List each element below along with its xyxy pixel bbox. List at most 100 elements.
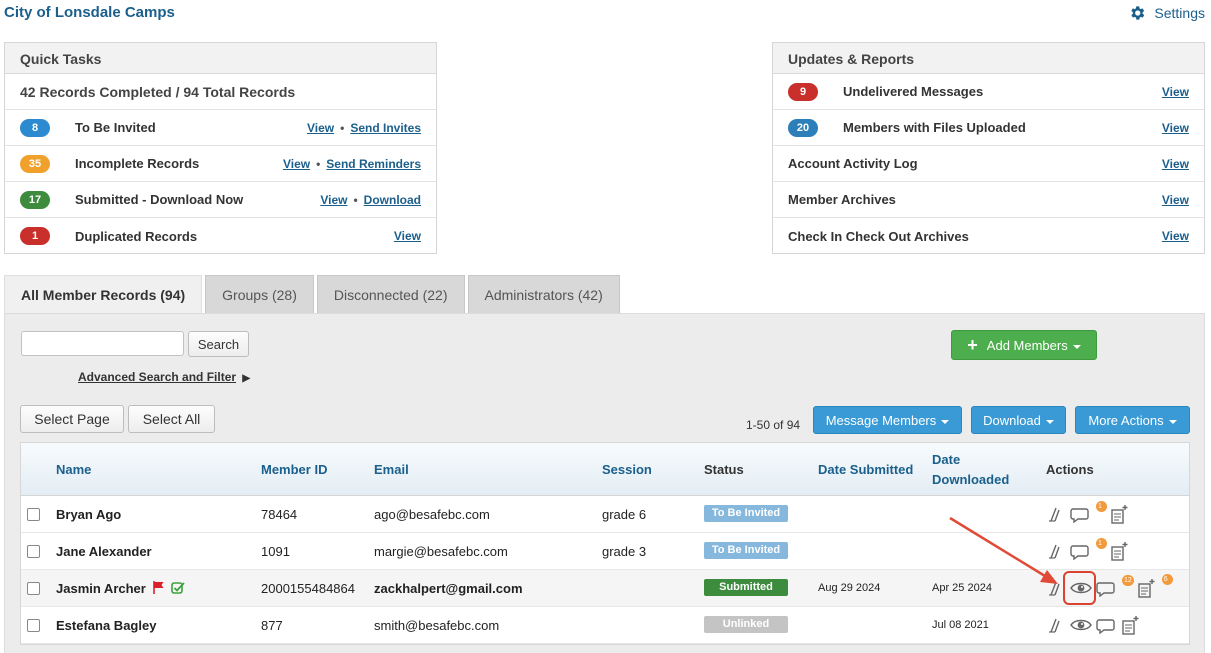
table-row[interactable]: Jane Alexander 1091 margie@besafebc.com … <box>21 533 1189 570</box>
add-document-icon[interactable] <box>1109 541 1129 561</box>
status-badge: Submitted <box>704 579 788 596</box>
view-link[interactable]: View <box>1162 229 1189 243</box>
message-icon[interactable]: 1 <box>1070 538 1107 560</box>
view-link[interactable]: View <box>307 121 334 135</box>
member-email: zackhalpert@gmail.com <box>374 581 523 596</box>
count-badge: 17 <box>20 190 50 209</box>
table-header: Name Member ID Email Session Status Date… <box>21 443 1189 496</box>
view-link[interactable]: View <box>1162 193 1189 207</box>
message-count-badge: 1 <box>1096 538 1107 549</box>
task-label: Submitted - Download Now <box>75 192 244 207</box>
count-badge: 35 <box>20 154 50 173</box>
column-date-downloaded-line2[interactable]: Downloaded <box>932 472 1009 487</box>
task-row: 8 To Be Invited View • Send Invites <box>5 110 436 146</box>
select-all-button[interactable]: Select All <box>128 405 215 433</box>
count-badge: 1 <box>20 227 50 245</box>
download-label: Download <box>983 412 1041 428</box>
report-row: Member Archives View <box>773 182 1204 218</box>
plus-icon: + <box>967 335 978 355</box>
highlight-box <box>1063 571 1096 605</box>
document-count-badge: 6 <box>1161 574 1173 585</box>
task-links: View • Send Reminders <box>283 157 421 171</box>
tab-administrators[interactable]: Administrators (42) <box>467 275 620 314</box>
member-id: 877 <box>261 618 283 633</box>
advanced-search-link[interactable]: Advanced Search and Filter ▶ <box>78 370 250 384</box>
view-link[interactable]: View <box>283 157 310 171</box>
tab-groups[interactable]: Groups (28) <box>205 275 314 314</box>
column-date-downloaded-line1[interactable]: Date <box>932 452 960 467</box>
view-link[interactable]: View <box>1162 121 1189 135</box>
download-button[interactable]: Download <box>971 406 1066 434</box>
member-id: 1091 <box>261 544 290 559</box>
task-row: 17 Submitted - Download Now View • Downloa… <box>5 182 436 218</box>
caret-down-icon <box>1045 420 1054 424</box>
row-actions: 1 <box>1046 501 1133 524</box>
quick-tasks-title: Quick Tasks <box>5 43 436 74</box>
report-row: 9 Undelivered Messages View <box>773 74 1204 110</box>
table-row[interactable]: Jasmin Archer 2000155484864 zackhalpert@… <box>21 570 1189 607</box>
row-checkbox[interactable] <box>27 619 40 632</box>
paperclip-icon[interactable] <box>1046 542 1066 560</box>
separator-dot: • <box>353 192 358 207</box>
advanced-search-label[interactable]: Advanced Search and Filter <box>78 370 236 384</box>
view-link[interactable]: View <box>394 229 421 243</box>
download-link[interactable]: Download <box>364 193 421 207</box>
more-actions-button[interactable]: More Actions <box>1075 406 1190 434</box>
search-input[interactable] <box>21 331 184 356</box>
view-link[interactable]: View <box>1162 85 1189 99</box>
member-name[interactable]: Estefana Bagley <box>56 618 156 633</box>
member-email: margie@besafebc.com <box>374 544 508 559</box>
member-name-text[interactable]: Jasmin Archer <box>56 581 146 596</box>
updates-reports-title: Updates & Reports <box>773 43 1204 74</box>
paperclip-icon[interactable] <box>1046 616 1066 634</box>
send-invites-link[interactable]: Send Invites <box>350 121 421 135</box>
column-email[interactable]: Email <box>374 462 409 477</box>
column-date-submitted[interactable]: Date Submitted <box>818 462 913 477</box>
column-session[interactable]: Session <box>602 462 652 477</box>
row-checkbox[interactable] <box>27 508 40 521</box>
tab-all-member-records[interactable]: All Member Records (94) <box>4 275 203 314</box>
member-name[interactable]: Jasmin Archer <box>56 581 185 596</box>
column-name[interactable]: Name <box>56 462 91 477</box>
add-document-icon[interactable]: 6 <box>1136 574 1173 598</box>
records-summary: 42 Records Completed / 94 Total Records <box>5 74 436 110</box>
status-badge: To Be Invited <box>704 542 788 559</box>
records-summary-text: 42 Records Completed / 94 Total Records <box>20 83 296 100</box>
add-members-button[interactable]: + Add Members <box>951 330 1097 360</box>
row-actions: 1 <box>1046 538 1133 561</box>
row-checkbox[interactable] <box>27 545 40 558</box>
table-row[interactable]: Estefana Bagley 877 smith@besafebc.com U… <box>21 607 1189 644</box>
column-member-id[interactable]: Member ID <box>261 462 327 477</box>
member-name[interactable]: Bryan Ago <box>56 507 121 522</box>
quick-tasks-panel: Quick Tasks 42 Records Completed / 94 To… <box>4 42 437 254</box>
member-session: grade 3 <box>602 544 647 559</box>
message-icon[interactable]: 1 <box>1070 501 1107 523</box>
add-document-icon[interactable] <box>1120 615 1140 635</box>
task-label: Duplicated Records <box>75 228 198 244</box>
select-page-button[interactable]: Select Page <box>20 405 124 433</box>
report-links: View <box>1162 229 1189 243</box>
tab-disconnected[interactable]: Disconnected (22) <box>316 275 465 314</box>
task-links: View <box>394 229 421 243</box>
send-reminders-link[interactable]: Send Reminders <box>326 157 421 171</box>
member-session: grade 6 <box>602 507 647 522</box>
caret-down-icon <box>1168 420 1177 424</box>
separator-dot: • <box>316 156 321 171</box>
settings-link[interactable]: Settings <box>1128 4 1205 22</box>
message-icon[interactable] <box>1096 616 1116 634</box>
paperclip-icon[interactable] <box>1046 505 1066 523</box>
message-icon[interactable]: 12 <box>1096 575 1134 597</box>
flag-icon <box>153 581 164 594</box>
add-document-icon[interactable] <box>1109 504 1129 524</box>
eye-icon[interactable] <box>1070 616 1092 634</box>
view-link[interactable]: View <box>320 193 347 207</box>
member-name[interactable]: Jane Alexander <box>56 544 152 559</box>
message-members-button[interactable]: Message Members <box>813 406 962 434</box>
column-actions: Actions <box>1046 462 1094 477</box>
row-checkbox[interactable] <box>27 582 40 595</box>
column-status: Status <box>704 462 744 477</box>
search-button[interactable]: Search <box>188 331 249 357</box>
table-row[interactable]: Bryan Ago 78464 ago@besafebc.com grade 6… <box>21 496 1189 533</box>
view-link[interactable]: View <box>1162 157 1189 171</box>
settings-label[interactable]: Settings <box>1154 5 1205 21</box>
